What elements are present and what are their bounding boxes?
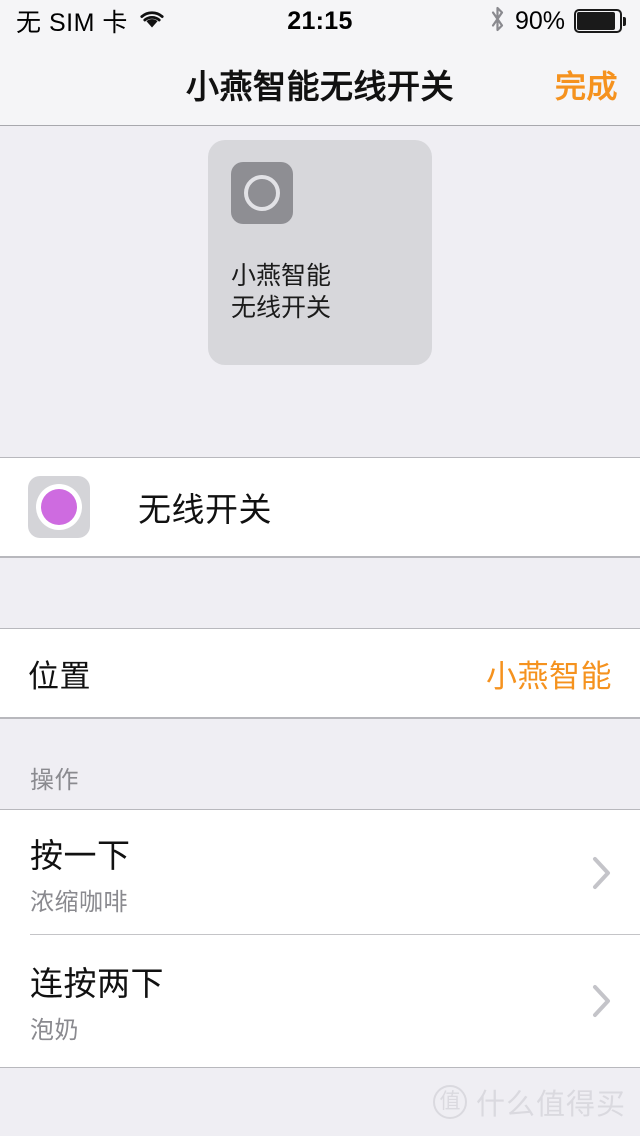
device-card-name: 小燕智能 无线开关	[231, 260, 411, 324]
action-row-single-press[interactable]: 按一下 浓缩咖啡	[0, 810, 640, 935]
footer-area: 值 什么值得买	[0, 1068, 640, 1136]
status-bar-right: 90%	[489, 5, 626, 38]
page-title: 小燕智能无线开关	[186, 67, 454, 105]
accessory-group: 无线开关	[0, 457, 640, 557]
wireless-switch-icon	[28, 476, 90, 538]
actions-section-header: 操作	[0, 718, 640, 810]
accessory-row[interactable]: 无线开关	[0, 458, 640, 556]
chevron-right-icon	[592, 856, 612, 890]
nav-bar: 小燕智能无线开关 完成	[0, 42, 640, 126]
switch-circle-icon	[231, 162, 293, 224]
action-texts: 连按两下 泡奶	[30, 957, 164, 1045]
action-title: 按一下	[30, 836, 131, 874]
app-screen: 无 SIM 卡 21:15 90% 小燕智能无线开关 完成 小燕智能 无线开关 …	[0, 0, 640, 1136]
battery-icon	[574, 9, 626, 33]
status-bar: 无 SIM 卡 21:15 90%	[0, 0, 640, 42]
device-card-area: 小燕智能 无线开关	[0, 127, 640, 457]
actions-group: 按一下 浓缩咖啡 连按两下 泡奶	[0, 810, 640, 1068]
done-button[interactable]: 完成	[555, 61, 618, 106]
battery-percent-label: 90%	[514, 6, 565, 35]
location-group: 位置 小燕智能	[0, 629, 640, 718]
device-card-name-line1: 小燕智能	[231, 262, 332, 290]
action-subtitle: 浓缩咖啡	[30, 888, 128, 916]
watermark: 值 什么值得买	[432, 1081, 626, 1123]
location-label: 位置	[28, 658, 91, 694]
chevron-right-icon	[592, 984, 612, 1018]
bluetooth-icon	[489, 5, 506, 38]
watermark-logo-icon: 值	[432, 1085, 467, 1119]
action-texts: 按一下 浓缩咖啡	[30, 829, 131, 917]
action-subtitle: 泡奶	[30, 1017, 79, 1044]
location-row[interactable]: 位置 小燕智能	[0, 629, 640, 717]
device-card[interactable]: 小燕智能 无线开关	[208, 140, 432, 365]
group-spacer	[0, 557, 640, 629]
watermark-label: 什么值得买	[475, 1089, 626, 1121]
device-card-name-line2: 无线开关	[231, 294, 332, 322]
action-row-double-press[interactable]: 连按两下 泡奶	[0, 935, 640, 1067]
location-value[interactable]: 小燕智能	[486, 651, 612, 696]
accessory-label: 无线开关	[138, 491, 272, 528]
action-title: 连按两下	[30, 965, 164, 1002]
actions-section-header-label: 操作	[30, 767, 79, 794]
